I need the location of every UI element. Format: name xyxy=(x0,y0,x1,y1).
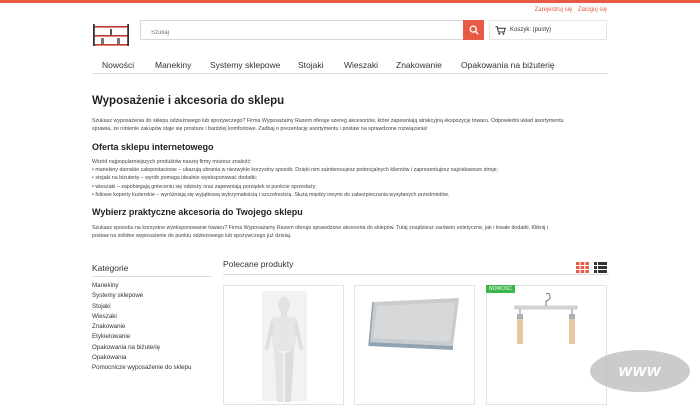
category-item[interactable]: Znakowanie xyxy=(92,322,191,332)
product-card[interactable] xyxy=(486,285,607,405)
mannequin-product-image xyxy=(262,291,307,402)
nav-item-nowosci[interactable]: Nowości xyxy=(102,60,134,70)
list-view-button[interactable] xyxy=(594,260,607,278)
offer-line: • stojaki na biżuterię – wyrób pomaga id… xyxy=(92,175,257,182)
list-view-icon xyxy=(594,262,607,273)
account-links: Zarejestruj się Zaloguj się xyxy=(531,7,607,13)
category-item[interactable]: Pomocnicze wyposażenie do sklepu xyxy=(92,363,191,373)
jewelry-tray-product-image xyxy=(368,298,459,350)
category-item[interactable]: Manekiny xyxy=(92,281,191,291)
grid-view-button[interactable] xyxy=(576,260,589,278)
categories-divider xyxy=(92,276,212,277)
shelf-logo-icon xyxy=(93,24,129,46)
main-nav: Nowości Manekiny Systemy sklepowe Stojak… xyxy=(92,56,608,74)
category-item[interactable]: Stojaki xyxy=(92,302,191,312)
shop-logo[interactable] xyxy=(92,20,130,46)
category-item[interactable]: Etykietowanie xyxy=(92,332,191,342)
categories-title: Kategorie xyxy=(92,263,129,273)
offer-line: • manekiny damskie całopostaciowe – ukaz… xyxy=(92,167,499,174)
intro-text: Szukasz wyposażenia do sklepu odzieżoweg… xyxy=(92,117,610,133)
cart-button[interactable]: Koszyk: (pusty) xyxy=(489,20,607,40)
categories-list: Manekiny Systemy sklepowe Stojaki Wiesza… xyxy=(92,281,191,374)
product-card[interactable] xyxy=(223,285,344,405)
offer-heading: Oferta sklepu internetowego xyxy=(92,142,214,152)
intro-line: Szukasz wyposażenia do sklepu odzieżoweg… xyxy=(92,118,564,124)
hanger-product-image xyxy=(514,292,578,344)
offer-line: Wśród najpopularniejszych produktów nasz… xyxy=(92,159,252,165)
search-icon xyxy=(469,25,479,35)
register-link[interactable]: Zarejestruj się xyxy=(535,7,573,13)
new-badge: NOWOŚĆ xyxy=(486,285,516,293)
nav-item-systemy-sklepowe[interactable]: Systemy sklepowe xyxy=(210,60,280,70)
offer-line: • foliowe koperty kurierskie – wyróżniaj… xyxy=(92,191,450,198)
search-button[interactable] xyxy=(463,20,484,40)
category-item[interactable]: Opakowania na biżuterię xyxy=(92,343,191,353)
choose-line: Szukasz sposobu na korzystne wyeksponowa… xyxy=(92,225,548,231)
choose-line: postaw na solidne wyposażenie do punktu … xyxy=(92,233,292,240)
offer-line: • wieszaki – zapobiegają gnieceniu się o… xyxy=(92,183,317,190)
category-item[interactable]: Wieszaki xyxy=(92,312,191,322)
category-item[interactable]: Systemy sklepowe xyxy=(92,291,191,301)
offer-text: Wśród najpopularniejszych produktów nasz… xyxy=(92,158,610,199)
nav-item-opakowania-na-bizuterie[interactable]: Opakowania na biżuterię xyxy=(461,60,555,70)
watermark-text: www xyxy=(618,361,662,380)
nav-item-stojaki[interactable]: Stojaki xyxy=(298,60,324,70)
featured-products-divider xyxy=(223,274,609,275)
intro-line: sprawia, że robienie zakupów staje się p… xyxy=(92,126,428,133)
product-card[interactable] xyxy=(354,285,475,405)
cart-label: Koszyk: (pusty) xyxy=(510,27,552,33)
choose-text: Szukasz sposobu na korzystne wyeksponowa… xyxy=(92,224,610,240)
featured-products-title: Polecane produkty xyxy=(223,259,294,269)
choose-heading: Wybierz praktyczne akcesoria do Twojego … xyxy=(92,207,303,217)
search-box xyxy=(140,20,484,42)
page-title: Wyposażenie i akcesoria do sklepu xyxy=(92,95,285,107)
cart-icon xyxy=(495,25,506,35)
top-accent-bar xyxy=(0,0,700,3)
nav-item-wieszaki[interactable]: Wieszaki xyxy=(344,60,378,70)
search-input[interactable] xyxy=(141,24,471,42)
nav-item-manekiny[interactable]: Manekiny xyxy=(155,60,191,70)
category-item[interactable]: Opakowania xyxy=(92,353,191,363)
grid-view-icon xyxy=(576,262,589,273)
nav-item-znakowanie[interactable]: Znakowanie xyxy=(396,60,442,70)
www-watermark: www xyxy=(590,350,690,392)
login-link[interactable]: Zaloguj się xyxy=(578,7,607,13)
